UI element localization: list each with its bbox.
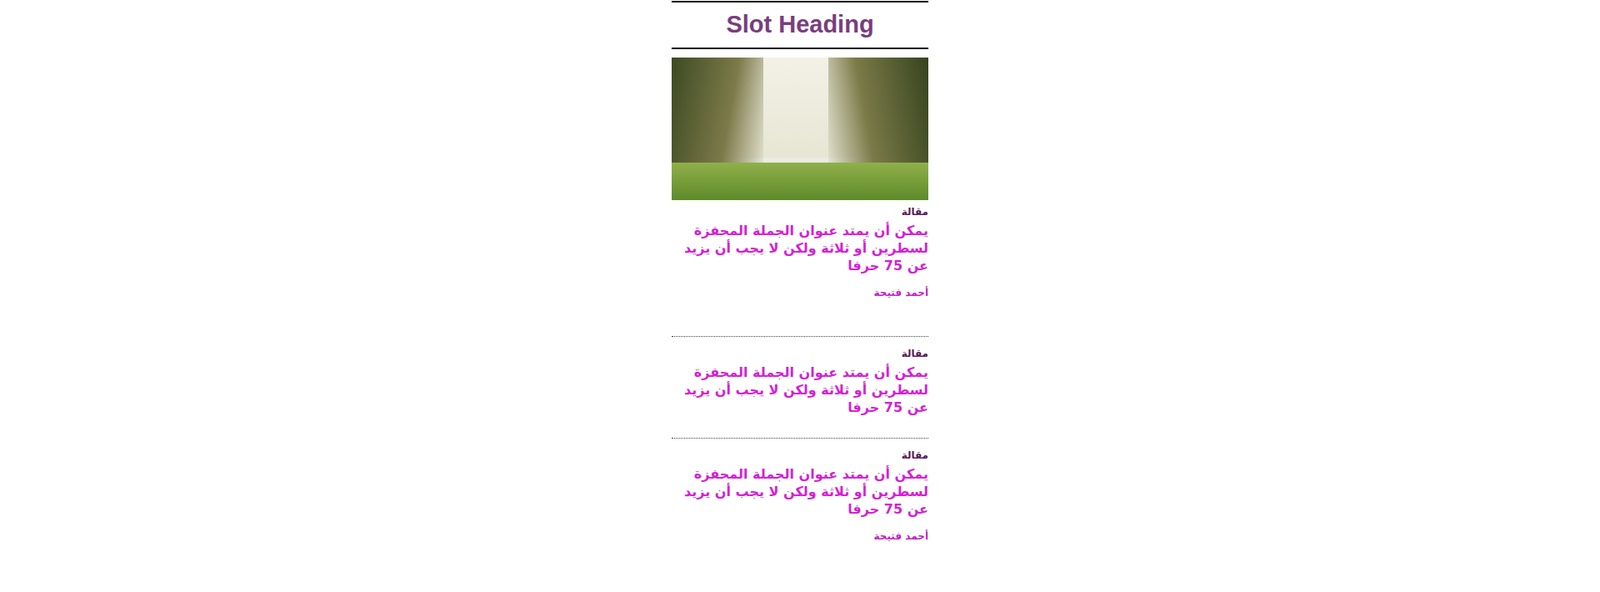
article-title[interactable]: يمكن أن يمتد عنوان الجملة المحفزة لسطرين… (671, 363, 929, 416)
article-author[interactable]: أحمد فتيحة (671, 285, 929, 300)
feature-image[interactable] (671, 57, 929, 200)
article[interactable]: مقالة يمكن أن يمتد عنوان الجملة المحفزة ل… (671, 200, 929, 321)
article-label: مقالة (671, 448, 929, 462)
article-title[interactable]: يمكن أن يمتد عنوان الجملة المحفزة لسطرين… (671, 465, 929, 518)
page: Slot Heading مقالة يمكن أن يمتد عنوان الجم… (0, 0, 1600, 592)
article[interactable]: مقالة يمكن أن يمتد عنوان الجملة المحفزة ل… (671, 335, 929, 438)
slot-heading: Slot Heading (671, 0, 929, 50)
article-label: مقالة (671, 346, 929, 360)
article[interactable]: مقالة يمكن أن يمتد عنوان الجملة المحفزة ل… (671, 437, 929, 565)
article-label: مقالة (671, 205, 929, 219)
slot: Slot Heading مقالة يمكن أن يمتد عنوان الجم… (671, 0, 929, 592)
article-author[interactable]: أحمد فتيحة (671, 529, 929, 543)
article-title[interactable]: يمكن أن يمتد عنوان الجملة المحفزة لسطرين… (671, 221, 929, 275)
